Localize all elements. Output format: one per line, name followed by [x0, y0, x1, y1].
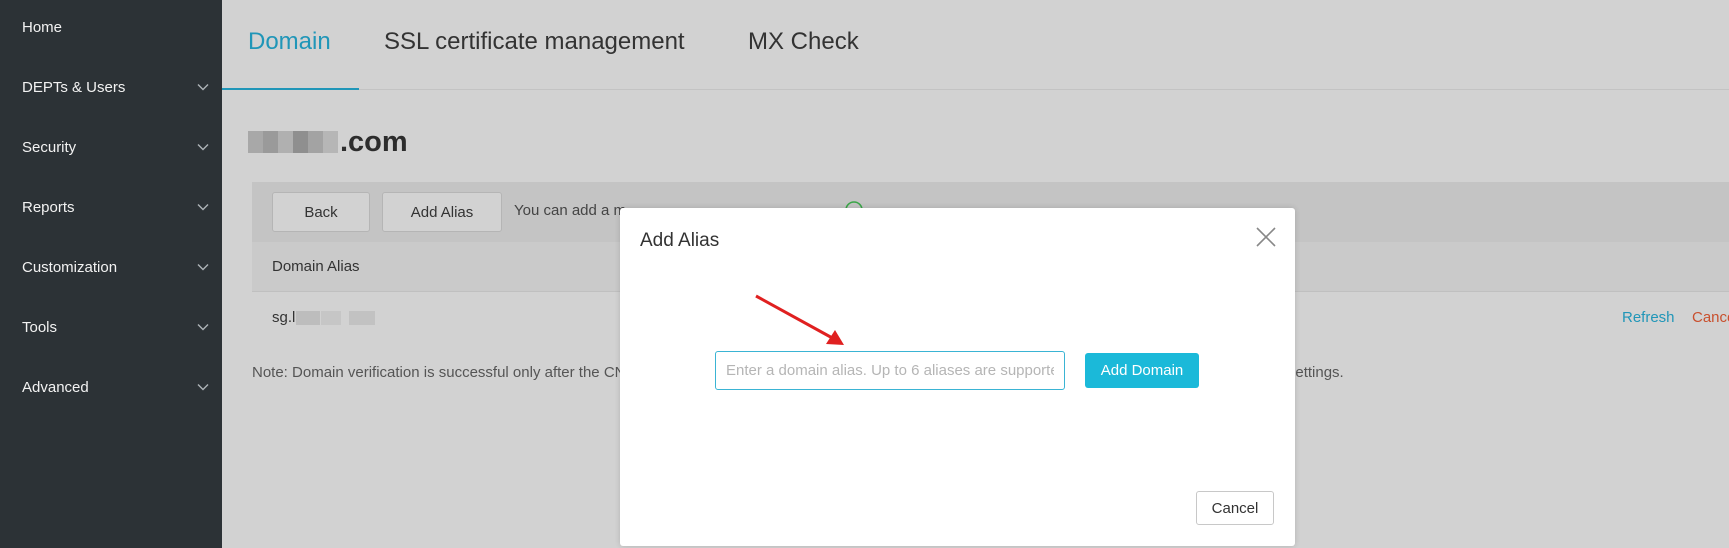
cancel-link[interactable]: Cancel — [1692, 309, 1729, 326]
sidebar-item-security[interactable]: Security — [0, 127, 222, 167]
cancel-button[interactable]: Cancel — [1196, 491, 1274, 525]
sidebar-item-label: Home — [22, 18, 63, 36]
sidebar-item-label: Reports — [22, 198, 75, 216]
dialog-title: Add Alias — [640, 230, 720, 251]
sidebar-item-advanced[interactable]: Advanced — [0, 367, 222, 407]
sidebar-item-tools[interactable]: Tools — [0, 307, 222, 347]
sidebar-item-depts-users[interactable]: DEPTs & Users — [0, 67, 222, 107]
chevron-down-icon — [197, 324, 209, 331]
column-header-domain-alias: Domain Alias — [272, 258, 360, 275]
tab-bar: Domain SSL certificate management MX Che… — [222, 0, 1729, 90]
domain-alias-input[interactable] — [715, 351, 1065, 390]
sidebar: Home DEPTs & Users Security Reports Cust… — [0, 0, 222, 548]
add-alias-button[interactable]: Add Alias — [382, 192, 502, 232]
page-title: .com — [248, 126, 408, 158]
add-domain-button[interactable]: Add Domain — [1085, 353, 1199, 388]
chevron-down-icon — [197, 264, 209, 271]
sidebar-item-label: Tools — [22, 318, 58, 336]
verification-note: Note: Domain verification is successful … — [252, 364, 626, 381]
sidebar-item-label: Customization — [22, 258, 118, 276]
sidebar-item-label: Advanced — [22, 378, 89, 396]
domain-suffix: .com — [340, 125, 408, 158]
sidebar-item-label: Security — [22, 138, 77, 156]
sidebar-item-label: DEPTs & Users — [22, 78, 126, 96]
active-tab-indicator — [222, 88, 359, 90]
redacted-text — [321, 310, 342, 325]
redacted-text — [349, 310, 376, 325]
redacted-text — [296, 310, 321, 325]
redacted-domain-mosaic — [248, 131, 338, 153]
sidebar-item-customization[interactable]: Customization — [0, 247, 222, 287]
add-alias-dialog: Add Alias Add Domain Cancel — [620, 208, 1295, 546]
domain-alias-value: sg.l — [272, 309, 376, 326]
alias-limit-hint: You can add a m — [514, 202, 627, 219]
sidebar-item-reports[interactable]: Reports — [0, 187, 222, 227]
chevron-down-icon — [197, 204, 209, 211]
close-icon[interactable] — [1255, 226, 1277, 248]
chevron-down-icon — [197, 384, 209, 391]
domain-alias-prefix: sg.l — [272, 309, 296, 326]
back-button[interactable]: Back — [272, 192, 370, 232]
tab-domain[interactable]: Domain — [248, 28, 331, 56]
chevron-down-icon — [197, 144, 209, 151]
annotation-arrow-icon — [755, 294, 844, 345]
sidebar-item-home[interactable]: Home — [0, 7, 222, 47]
tab-ssl-certificate-management[interactable]: SSL certificate management — [384, 28, 685, 56]
refresh-link[interactable]: Refresh — [1622, 309, 1675, 326]
chevron-down-icon — [197, 84, 209, 91]
tab-mx-check[interactable]: MX Check — [748, 28, 859, 56]
